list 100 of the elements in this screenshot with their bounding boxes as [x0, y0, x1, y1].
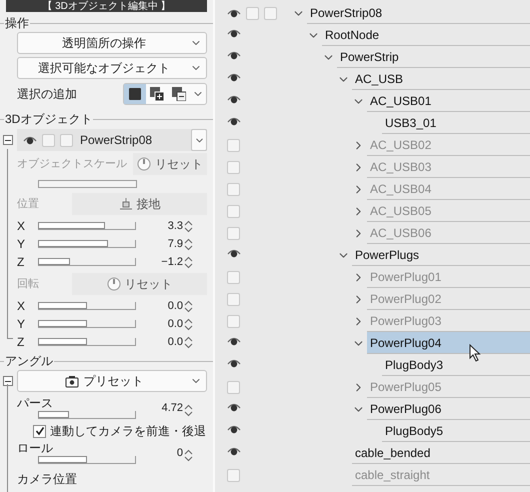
checkbox[interactable]	[60, 134, 73, 146]
slider-track[interactable]	[38, 258, 136, 266]
tree-item[interactable]: USB3_01	[382, 112, 530, 134]
eye-icon[interactable]	[227, 425, 241, 434]
eye-icon[interactable]	[227, 51, 241, 60]
tree-item[interactable]: AC_USB01	[367, 90, 530, 112]
square-icon	[129, 88, 141, 100]
eye-icon[interactable]	[227, 359, 241, 368]
visibility-checkbox[interactable]	[227, 183, 240, 196]
subtract-selection-icon	[172, 87, 186, 101]
tree-item[interactable]: PowerStrip08	[307, 2, 530, 24]
collapse-toggle[interactable]	[3, 135, 13, 145]
spinner-icon[interactable]	[184, 449, 193, 462]
axis-label: X	[17, 298, 26, 315]
ground-icon	[118, 197, 132, 211]
value-text: −1.2	[160, 254, 184, 270]
collapse-toggle[interactable]	[3, 376, 13, 386]
slider-track[interactable]	[38, 456, 136, 464]
spinner-icon[interactable]	[184, 318, 193, 330]
visibility-checkbox[interactable]	[227, 381, 240, 394]
field-label: カメラ位置	[17, 472, 77, 486]
field-label: 回転	[17, 276, 40, 292]
axis-label: Z	[17, 254, 26, 271]
spinner-icon[interactable]	[184, 220, 193, 232]
tree-item[interactable]: PowerPlug06	[367, 398, 530, 420]
mouse-cursor-icon	[469, 344, 481, 362]
section-label: 3Dオブジェクト	[4, 111, 94, 128]
field-label: オブジェクトスケール	[17, 156, 128, 172]
spinner-icon[interactable]	[184, 256, 193, 268]
visibility-checkbox[interactable]	[227, 469, 240, 482]
visibility-checkbox[interactable]	[227, 271, 240, 284]
eye-icon[interactable]	[227, 403, 241, 412]
dropdown[interactable]: 透明箇所の操作	[17, 32, 207, 54]
preset-dropdown[interactable]: プリセット	[17, 370, 207, 392]
eye-icon[interactable]	[227, 447, 241, 456]
eye-icon[interactable]	[227, 29, 241, 38]
checkbox[interactable]	[33, 424, 46, 438]
spinner-icon[interactable]	[184, 336, 193, 348]
value-text: 0.0	[166, 298, 184, 314]
visibility-checkbox[interactable]	[227, 227, 240, 240]
slider-track[interactable]	[38, 302, 136, 310]
section-label: アングル	[4, 353, 54, 370]
visibility-checkbox[interactable]	[227, 161, 240, 174]
dropdown[interactable]: 選択可能なオブジェクト	[17, 57, 207, 79]
tree-item[interactable]: cable_bended	[352, 442, 530, 464]
reset-button[interactable]: リセット	[133, 153, 207, 175]
dial-icon	[106, 277, 120, 291]
spinner-icon[interactable]	[184, 404, 193, 417]
eye-icon[interactable]	[227, 73, 241, 82]
checkbox-label: 連動してカメラを前進・後退	[50, 423, 206, 440]
visibility-checkbox[interactable]	[227, 139, 240, 152]
tree-item[interactable]: PowerPlugs	[352, 244, 530, 266]
dropdown-toggle[interactable]	[191, 129, 207, 151]
spinner-icon[interactable]	[184, 300, 193, 312]
tree-item[interactable]: PowerStrip	[337, 46, 530, 68]
eye-icon[interactable]	[227, 337, 241, 346]
checkbox[interactable]	[42, 134, 55, 146]
eye-icon[interactable]	[227, 249, 241, 258]
object-name: PowerStrip08	[80, 132, 154, 149]
field-label: 選択の追加	[17, 86, 78, 103]
field-label: 位置	[17, 196, 40, 212]
slider-track[interactable]	[38, 240, 136, 248]
slider-track[interactable]	[38, 411, 136, 419]
checkbox[interactable]	[246, 7, 259, 20]
visibility-checkbox[interactable]	[227, 293, 240, 306]
value-text: 7.9	[166, 236, 184, 252]
selection-mode-button[interactable]	[124, 84, 146, 104]
checkmark-icon	[34, 426, 44, 436]
eye-icon[interactable]	[227, 9, 241, 18]
axis-label: Y	[17, 236, 26, 253]
visibility-checkbox[interactable]	[227, 315, 240, 328]
dial-icon	[137, 157, 151, 171]
reset-button[interactable]: 接地	[72, 193, 207, 215]
checkbox[interactable]	[264, 7, 277, 20]
section-label: 操作	[4, 15, 30, 32]
object-selector[interactable]: PowerStrip08	[17, 129, 207, 151]
camera-icon	[64, 374, 78, 388]
value-text: 0	[176, 446, 184, 460]
value-text: 0.0	[166, 334, 184, 350]
axis-label: Y	[17, 316, 26, 333]
slider-track[interactable]	[38, 180, 137, 188]
reset-button[interactable]: リセット	[72, 273, 207, 295]
tree-item[interactable]: AC_USB	[352, 68, 530, 90]
tree-item[interactable]: PowerPlug04	[367, 332, 530, 354]
value-text: 0.0	[166, 316, 184, 332]
tree-item[interactable]: RootNode	[322, 24, 530, 46]
add-selection-icon	[150, 87, 164, 101]
visibility-checkbox[interactable]	[227, 205, 240, 218]
eye-icon[interactable]	[227, 117, 241, 126]
axis-label: Z	[17, 334, 26, 351]
slider-track[interactable]	[38, 222, 136, 230]
tree-item[interactable]: PlugBody5	[382, 420, 530, 442]
spinner-icon[interactable]	[184, 238, 193, 250]
field-label: パース	[17, 396, 54, 410]
slider-track[interactable]	[38, 320, 136, 328]
slider-track[interactable]	[38, 338, 136, 346]
eye-icon[interactable]	[23, 136, 37, 144]
eye-icon[interactable]	[227, 95, 241, 104]
tree-item[interactable]: PlugBody3	[382, 354, 530, 376]
axis-label: X	[17, 218, 26, 235]
